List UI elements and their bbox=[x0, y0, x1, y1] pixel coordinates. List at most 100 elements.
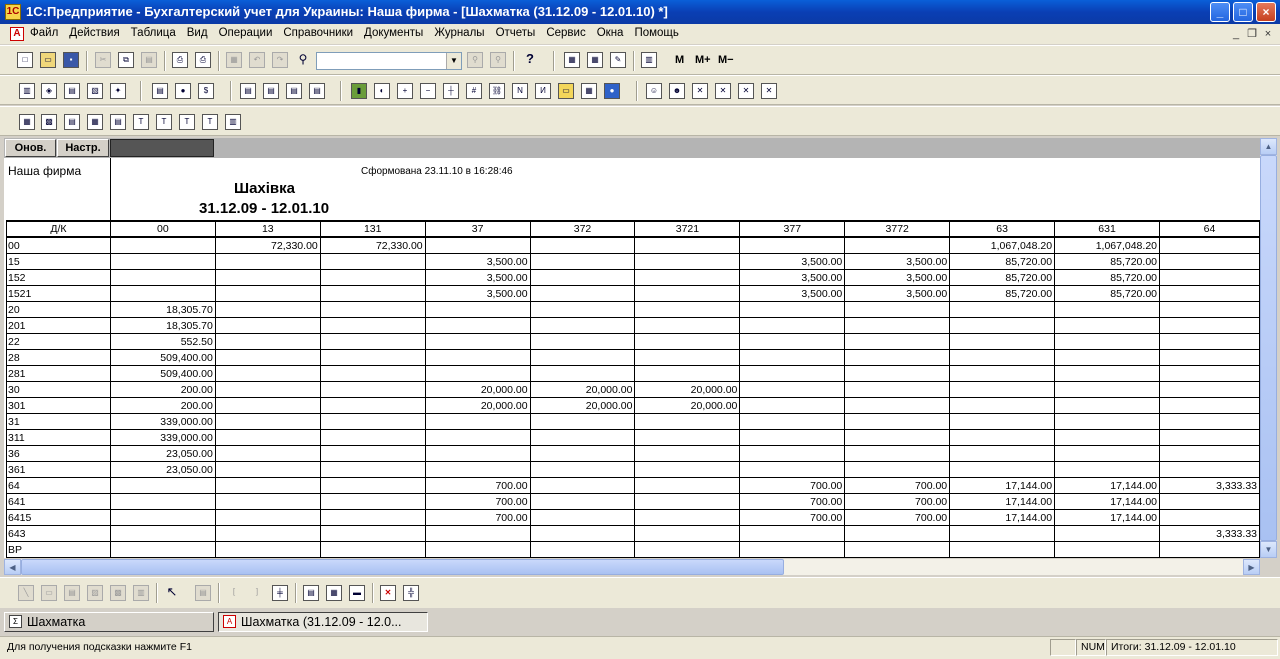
amount-cell[interactable] bbox=[214, 253, 321, 270]
amount-cell[interactable]: 3,500.00 bbox=[844, 253, 951, 270]
employees-icon[interactable]: ☻ bbox=[669, 83, 685, 99]
amount-cell[interactable] bbox=[1054, 349, 1160, 366]
book-green-icon[interactable]: ▮ bbox=[351, 83, 367, 99]
folder-report-icon[interactable]: ▭ bbox=[558, 83, 574, 99]
row-account-cell[interactable]: 361 bbox=[6, 461, 111, 478]
amount-cell[interactable] bbox=[739, 445, 846, 462]
amount-cell[interactable] bbox=[529, 349, 636, 366]
find-next-icon[interactable]: ⚲ bbox=[467, 52, 483, 68]
amount-cell[interactable]: 700.00 bbox=[424, 477, 531, 494]
amount-cell[interactable] bbox=[529, 253, 636, 270]
checker-table-icon[interactable]: ▩ bbox=[41, 114, 57, 130]
amount-cell[interactable]: 20,000.00 bbox=[424, 397, 531, 414]
amount-cell[interactable] bbox=[319, 413, 426, 430]
minus-table-icon[interactable]: − bbox=[420, 83, 436, 99]
vertical-scroll-thumb[interactable] bbox=[1260, 155, 1277, 541]
row-account-cell[interactable]: 152 bbox=[6, 269, 111, 286]
amount-cell[interactable] bbox=[1054, 333, 1160, 350]
amount-cell[interactable]: 509,400.00 bbox=[109, 365, 216, 382]
amount-cell[interactable] bbox=[1159, 301, 1260, 318]
amount-cell[interactable] bbox=[1159, 509, 1260, 526]
amount-cell[interactable] bbox=[949, 317, 1056, 334]
amount-cell[interactable]: 85,720.00 bbox=[1054, 285, 1160, 302]
amount-cell[interactable] bbox=[1054, 429, 1160, 446]
window-tab-shakhmatka-period[interactable]: A Шахматка (31.12.09 - 12.0... bbox=[218, 612, 428, 632]
amount-cell[interactable] bbox=[529, 493, 636, 510]
amount-cell[interactable]: 200.00 bbox=[109, 381, 216, 398]
amount-cell[interactable] bbox=[634, 301, 741, 318]
amount-cell[interactable] bbox=[739, 461, 846, 478]
menu-view[interactable]: Вид bbox=[187, 27, 208, 39]
print-icon[interactable]: ⎙ bbox=[172, 52, 188, 68]
bracket-left-icon[interactable]: [ bbox=[226, 585, 242, 601]
amount-cell[interactable] bbox=[634, 365, 741, 382]
amount-cell[interactable] bbox=[1159, 317, 1260, 334]
amount-cell[interactable] bbox=[739, 365, 846, 382]
operations-icon[interactable]: ✦ bbox=[110, 83, 126, 99]
amount-cell[interactable]: 1,067,048.20 bbox=[1054, 237, 1160, 254]
amount-cell[interactable] bbox=[1159, 493, 1260, 510]
amount-cell[interactable] bbox=[949, 333, 1056, 350]
menu-windows[interactable]: Окна bbox=[597, 27, 624, 39]
amount-cell[interactable] bbox=[424, 237, 531, 254]
amount-cell[interactable]: 3,500.00 bbox=[424, 285, 531, 302]
amount-cell[interactable] bbox=[424, 317, 531, 334]
amount-cell[interactable] bbox=[214, 381, 321, 398]
amount-cell[interactable] bbox=[949, 349, 1056, 366]
picture-icon[interactable]: ▨ bbox=[87, 585, 103, 601]
report-list-icon[interactable]: ▤ bbox=[240, 83, 256, 99]
text-box-icon[interactable]: ▤ bbox=[64, 585, 80, 601]
amount-cell[interactable] bbox=[949, 461, 1056, 478]
amount-cell[interactable] bbox=[319, 509, 426, 526]
redo-icon[interactable]: ↷ bbox=[272, 52, 288, 68]
amount-cell[interactable] bbox=[214, 429, 321, 446]
menu-table[interactable]: Таблица bbox=[131, 27, 176, 39]
amount-cell[interactable] bbox=[529, 285, 636, 302]
amount-cell[interactable] bbox=[319, 349, 426, 366]
amount-cell[interactable] bbox=[424, 525, 531, 542]
amount-cell[interactable] bbox=[109, 509, 216, 526]
amount-cell[interactable] bbox=[949, 365, 1056, 382]
constants-icon[interactable]: ◈ bbox=[41, 83, 57, 99]
amount-cell[interactable] bbox=[739, 525, 846, 542]
amount-cell[interactable]: 3,500.00 bbox=[739, 269, 846, 286]
amount-cell[interactable] bbox=[1159, 381, 1260, 398]
row-account-cell[interactable]: ВР bbox=[6, 541, 111, 558]
amount-cell[interactable]: 20,000.00 bbox=[529, 397, 636, 414]
turnover-icon[interactable]: ◐ bbox=[374, 83, 390, 99]
document-icon[interactable]: A bbox=[10, 27, 24, 41]
amount-cell[interactable] bbox=[1159, 253, 1260, 270]
row-account-cell[interactable]: 20 bbox=[6, 301, 111, 318]
amount-cell[interactable] bbox=[424, 365, 531, 382]
amount-cell[interactable] bbox=[844, 301, 951, 318]
amount-cell[interactable] bbox=[1054, 381, 1160, 398]
references-icon[interactable]: ▤ bbox=[64, 83, 80, 99]
menu-operations[interactable]: Операции bbox=[219, 27, 273, 39]
amount-cell[interactable]: 85,720.00 bbox=[1054, 253, 1160, 270]
amount-cell[interactable] bbox=[214, 413, 321, 430]
plus-table-icon[interactable]: + bbox=[397, 83, 413, 99]
amount-cell[interactable]: 17,144.00 bbox=[949, 509, 1056, 526]
amount-cell[interactable] bbox=[529, 429, 636, 446]
amount-cell[interactable] bbox=[634, 477, 741, 494]
form-icon[interactable]: ▤ bbox=[64, 114, 80, 130]
amount-cell[interactable]: 18,305.70 bbox=[109, 317, 216, 334]
row-account-cell[interactable]: 311 bbox=[6, 429, 111, 446]
amount-cell[interactable] bbox=[844, 413, 951, 430]
horizontal-scroll-thumb[interactable] bbox=[21, 559, 784, 575]
amount-cell[interactable] bbox=[319, 525, 426, 542]
amount-cell[interactable] bbox=[424, 461, 531, 478]
amount-cell[interactable] bbox=[214, 317, 321, 334]
memory-minus-button[interactable]: M− bbox=[718, 54, 734, 66]
amount-cell[interactable]: 17,144.00 bbox=[1054, 509, 1160, 526]
group-icon[interactable]: ▤ bbox=[195, 585, 211, 601]
amount-cell[interactable] bbox=[424, 429, 531, 446]
journal-icon[interactable]: ▤ bbox=[152, 83, 168, 99]
documents-icon[interactable]: ▧ bbox=[87, 83, 103, 99]
chess-report-icon[interactable]: ▦ bbox=[581, 83, 597, 99]
amount-cell[interactable]: 85,720.00 bbox=[949, 253, 1056, 270]
menu-documents[interactable]: Документы bbox=[364, 27, 423, 39]
row-account-cell[interactable]: 641 bbox=[6, 493, 111, 510]
amount-cell[interactable]: 23,050.00 bbox=[109, 445, 216, 462]
amount-cell[interactable] bbox=[844, 429, 951, 446]
